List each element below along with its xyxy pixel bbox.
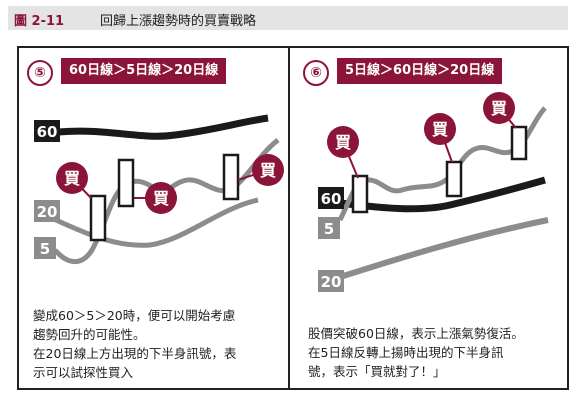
p6-desc-line-2: 在5日線反轉上揚時出現的下半身訊 xyxy=(308,345,504,360)
p5-desc-line-3: 在20日線上方出現的下半身訊號，表 xyxy=(33,346,237,361)
p6-desc-line-1: 股價突破60日線，表示上漲氣勢復活。 xyxy=(308,326,524,341)
p6-buy-text-3: 買 xyxy=(491,99,507,118)
p6-label-5: 5 xyxy=(324,220,334,238)
p5-desc-line-1: 變成60＞5＞20時，便可以開始考慮 xyxy=(33,308,236,323)
p5-candle-1 xyxy=(89,194,107,242)
p6-buy-text-2: 買 xyxy=(432,120,448,139)
p6-buy-marker-1: 買 xyxy=(327,126,359,179)
p6-buy-text-1: 買 xyxy=(335,133,351,152)
p6-buy-marker-2: 買 xyxy=(424,113,456,163)
p6-candle-3 xyxy=(510,125,528,161)
p5-label-20: 20 xyxy=(37,203,58,221)
p5-label-60: 60 xyxy=(37,123,58,141)
p6-ma20-line xyxy=(339,217,549,280)
p5-buy-text-2: 買 xyxy=(153,189,169,208)
p5-label-5: 5 xyxy=(40,240,50,258)
p6-candle-2 xyxy=(445,160,463,198)
p5-buy-marker-2: 買 xyxy=(134,182,177,214)
panel-6-description: 股價突破60日線，表示上漲氣勢復活。 在5日線反轉上揚時出現的下半身訊 號，表示… xyxy=(308,324,524,381)
p6-label-20: 20 xyxy=(321,273,342,291)
p5-desc-line-4: 示可以試探性買入 xyxy=(33,365,134,380)
p5-buy-text-3: 買 xyxy=(260,161,276,180)
p5-desc-line-2: 趨勢回升的可能性。 xyxy=(33,327,146,342)
p5-candle-3 xyxy=(222,153,240,201)
p6-desc-line-3: 號，表示「買就對了！」 xyxy=(308,364,446,379)
p5-candle-2 xyxy=(117,158,135,208)
p5-buy-marker-1: 買 xyxy=(56,162,92,199)
p6-label-60: 60 xyxy=(321,190,342,208)
p5-ma60-line xyxy=(57,114,269,140)
p5-buy-marker-3: 買 xyxy=(237,154,284,186)
p6-candle-1 xyxy=(351,174,369,214)
p6-buy-marker-3: 買 xyxy=(483,92,517,129)
panel-5-description: 變成60＞5＞20時，便可以開始考慮 趨勢回升的可能性。 在20日線上方出現的下… xyxy=(33,306,236,382)
p5-buy-text-1: 買 xyxy=(64,169,80,188)
